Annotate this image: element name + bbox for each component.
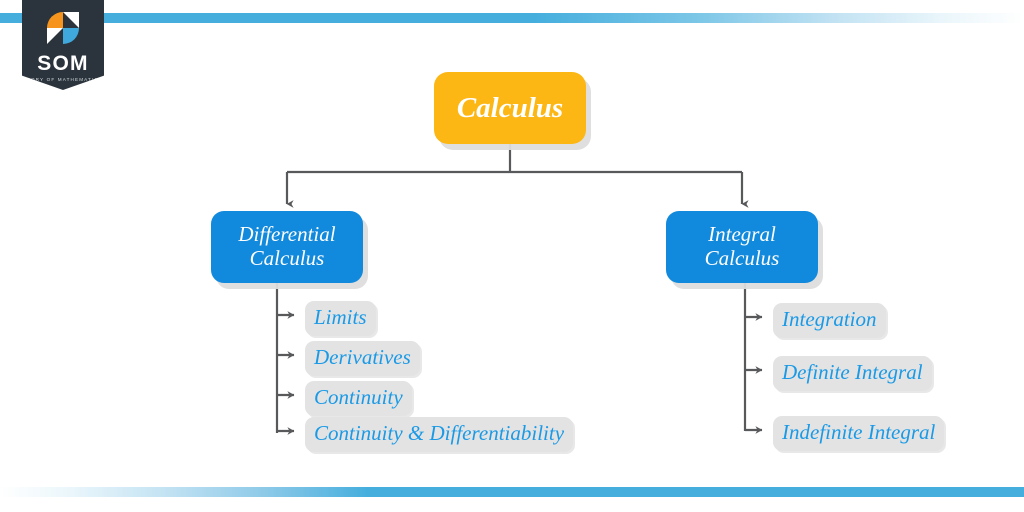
logo-tagline: STORY OF MATHEMATICS [22,77,104,82]
diagram-page: SOM STORY OF MATHEMATICS Calculus Differ… [0,0,1024,512]
logo-quadrant-top-right [63,12,79,28]
node-integral-calculus[interactable]: Integral Calculus [666,211,818,283]
node-differential-line2: Calculus [249,246,325,270]
leaf-indefinite-integral[interactable]: Indefinite Integral [773,416,945,451]
node-calculus-label: Calculus [456,91,564,124]
leaf-limits[interactable]: Limits [305,301,376,336]
node-differential-calculus[interactable]: Differential Calculus [211,211,363,283]
leaf-continuity[interactable]: Continuity [305,381,412,416]
logo-quadrant-top-left [47,12,63,28]
leaf-integration[interactable]: Integration [773,303,886,338]
leaf-definite-integral[interactable]: Definite Integral [773,356,932,391]
leaf-derivatives[interactable]: Derivatives [305,341,420,376]
top-accent-band [0,13,1024,23]
logo-quadrant-bottom-right [63,28,79,44]
node-differential-line1: Differential [238,222,336,247]
leaf-continuity-and-differentiability[interactable]: Continuity & Differentiability [305,417,574,452]
node-integral-line2: Calculus [704,246,780,270]
node-integral-line1: Integral [708,222,776,247]
logo-wordmark: SOM [37,52,89,75]
som-logo-mark-icon [47,12,79,44]
node-integral-calculus-label: Integral Calculus [704,222,780,271]
bottom-accent-band [0,487,1024,497]
node-calculus[interactable]: Calculus [434,72,586,144]
node-differential-calculus-label: Differential Calculus [238,222,336,271]
som-logo: SOM STORY OF MATHEMATICS [22,0,104,90]
logo-quadrant-bottom-left [47,28,63,44]
